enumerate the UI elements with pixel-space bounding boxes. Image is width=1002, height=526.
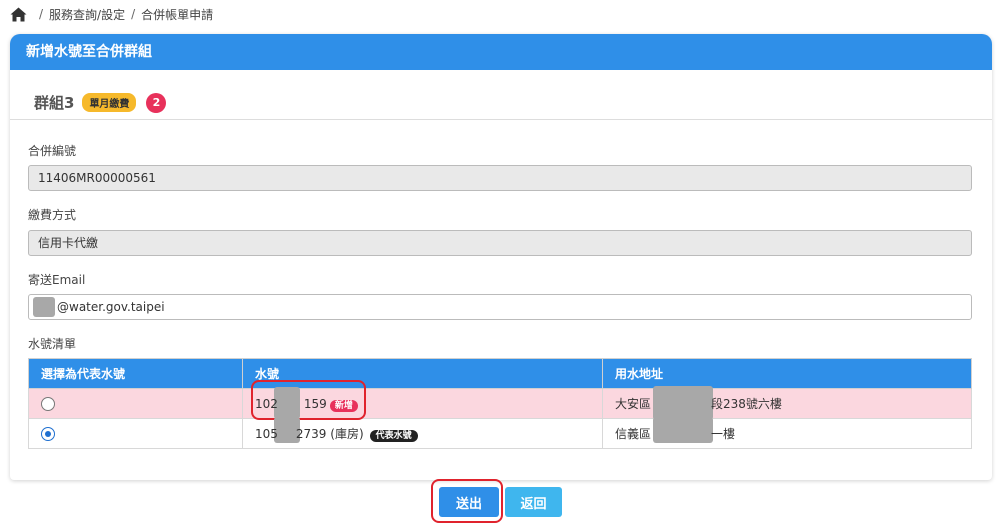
group-header: 群組3 單月繳費 2 — [10, 86, 992, 120]
home-icon[interactable] — [10, 7, 27, 22]
panel-title: 新增水號至合併群組 — [10, 34, 992, 70]
address-cell: 信義區 一樓 — [602, 417, 972, 449]
table-row: 105 2739 (庫房) 代表水號 信義區 一樓 — [28, 417, 972, 449]
water-number-prefix: 102 — [255, 396, 278, 411]
representative-radio[interactable] — [41, 426, 55, 441]
column-header-select: 選擇為代表水號 — [28, 358, 243, 389]
number-cell: 102 159 新增 — [242, 387, 603, 419]
table-row: 102 159 新增 大安區 段238號六樓 — [28, 386, 972, 420]
address-suffix: 一樓 — [711, 427, 736, 441]
email-label: 寄送Email — [28, 273, 86, 287]
billing-badge: 單月繳費 — [82, 93, 137, 112]
payment-method-label: 繳費方式 — [28, 208, 77, 222]
representative-tag: 代表水號 — [369, 430, 418, 442]
submit-button[interactable]: 送出 — [439, 487, 499, 517]
redacted-block — [33, 297, 55, 317]
merge-number-label: 合併編號 — [28, 144, 77, 158]
water-number-prefix: 105 — [255, 427, 278, 441]
breadcrumb: / 服務查詢/設定 / 合併帳單申請 — [10, 4, 213, 24]
merge-number-field: 11406MR00000561 — [28, 165, 972, 191]
representative-radio[interactable] — [41, 396, 55, 411]
breadcrumb-link-service[interactable]: 服務查詢/設定 — [49, 6, 125, 23]
number-cell: 105 2739 (庫房) 代表水號 — [242, 417, 603, 449]
water-number-suffix: 159 — [303, 396, 327, 411]
group-name: 群組3 — [34, 94, 75, 112]
address-cell: 大安區 段238號六樓 — [602, 386, 972, 420]
count-badge: 2 — [146, 92, 167, 113]
address-prefix: 大安區 — [615, 397, 652, 411]
select-cell — [28, 388, 243, 419]
payment-method-field: 信用卡代繳 — [28, 230, 972, 256]
breadcrumb-separator: / — [131, 7, 136, 21]
water-number-suffix: 2739 (庫房) — [295, 427, 364, 441]
water-number-table: 選擇為代表水號 水號 用水地址 102 159 新增 大安區 段238號六樓 1… — [28, 358, 972, 449]
column-header-number: 水號 — [242, 358, 603, 389]
select-cell — [28, 418, 243, 449]
email-value: @water.gov.taipei — [57, 300, 165, 314]
water-list-label: 水號清單 — [28, 337, 77, 351]
breadcrumb-current: 合併帳單申請 — [141, 7, 214, 22]
redacted-block — [653, 386, 713, 420]
address-suffix: 段238號六樓 — [711, 397, 782, 411]
redacted-block — [653, 417, 713, 443]
back-button[interactable]: 返回 — [505, 487, 562, 517]
merge-group-panel: 新增水號至合併群組 群組3 單月繳費 2 合併編號 11406MR0000056… — [10, 34, 992, 480]
new-tag: 新增 — [329, 399, 358, 412]
email-input[interactable]: @water.gov.taipei — [28, 294, 972, 320]
address-prefix: 信義區 — [615, 427, 652, 441]
column-header-address: 用水地址 — [602, 358, 972, 389]
breadcrumb-separator: / — [39, 7, 44, 21]
